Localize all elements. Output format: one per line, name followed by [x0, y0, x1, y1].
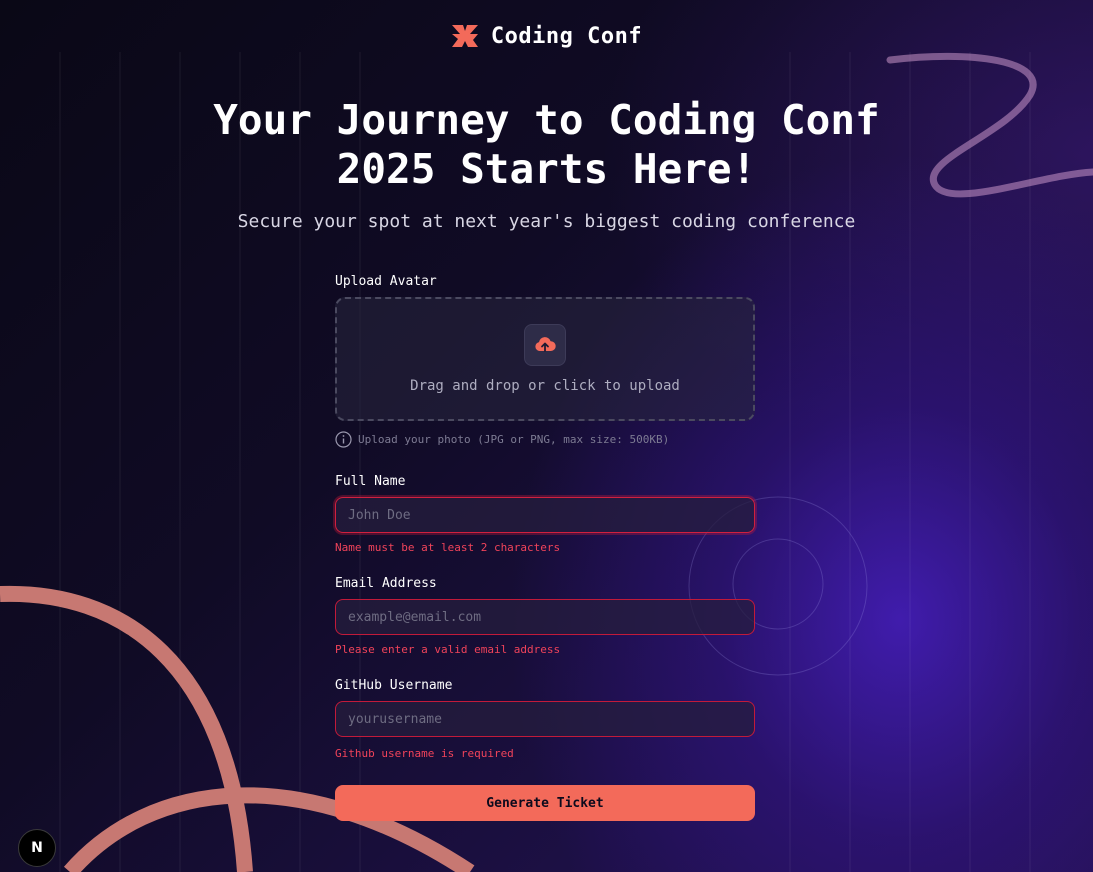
info-icon: [335, 431, 352, 448]
email-label: Email Address: [335, 576, 437, 591]
hero-subtitle: Secure your spot at next year's biggest …: [237, 211, 856, 232]
registration-form: Upload Avatar Drag and drop or click to …: [335, 274, 755, 821]
email-error: Please enter a valid email address: [335, 643, 561, 656]
generate-ticket-button[interactable]: Generate Ticket: [335, 785, 755, 821]
hero-title: Your Journey to Coding Conf 2025 Starts …: [213, 96, 880, 193]
upload-icon-container: [524, 324, 566, 366]
email-input[interactable]: [335, 599, 755, 635]
nextjs-icon: N: [31, 840, 43, 856]
dropzone-text: Drag and drop or click to upload: [410, 378, 680, 394]
full-name-field: Full Name Name must be at least 2 charac…: [335, 474, 755, 554]
full-name-input[interactable]: [335, 497, 755, 533]
full-name-error: Name must be at least 2 characters: [335, 541, 561, 554]
github-error: Github username is required: [335, 747, 514, 760]
avatar-field: Upload Avatar Drag and drop or click to …: [335, 274, 755, 448]
avatar-hint: Upload your photo (JPG or PNG, max size:…: [335, 431, 755, 448]
nextjs-dev-badge[interactable]: N: [18, 829, 56, 867]
full-name-label: Full Name: [335, 474, 406, 489]
github-label: GitHub Username: [335, 678, 453, 693]
github-field: GitHub Username Github username is requi…: [335, 678, 755, 760]
coding-conf-logo-icon: [451, 25, 478, 47]
avatar-label: Upload Avatar: [335, 274, 437, 289]
upload-cloud-icon: [535, 337, 556, 352]
brand-name: Coding Conf: [490, 23, 643, 49]
github-username-input[interactable]: [335, 701, 755, 737]
avatar-dropzone[interactable]: Drag and drop or click to upload: [335, 297, 755, 421]
email-field: Email Address Please enter a valid email…: [335, 576, 755, 656]
site-header: Coding Conf: [0, 22, 1093, 50]
avatar-hint-text: Upload your photo (JPG or PNG, max size:…: [358, 433, 670, 446]
